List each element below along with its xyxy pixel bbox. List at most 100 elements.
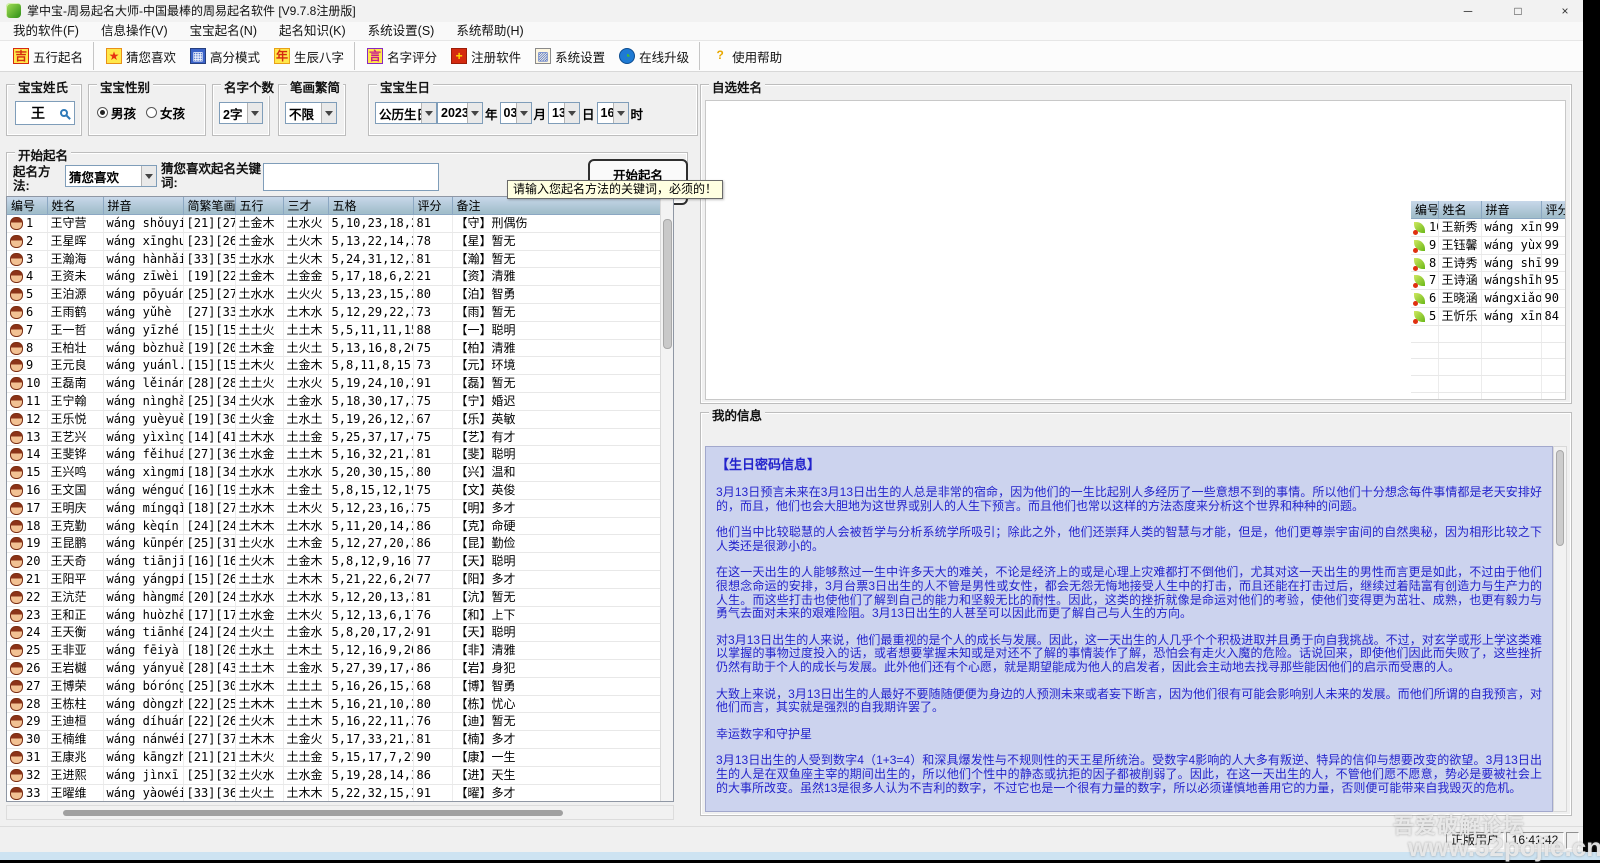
left-table-vertical-scrollbar[interactable] — [660, 197, 673, 801]
keyword-input[interactable] — [263, 163, 439, 191]
chevron-down-icon[interactable] — [516, 103, 531, 123]
menu-item[interactable]: 系统帮助(H) — [445, 22, 534, 40]
chevron-down-icon[interactable] — [141, 166, 156, 186]
table-row[interactable]: 17 王明庆 wáng míngqìng [18][27] 土水木 土木火 5,… — [7, 499, 660, 517]
toolbar-button[interactable]: ▦ 高分模式 — [183, 42, 267, 70]
menu-item[interactable]: 起名知识(K) — [268, 22, 357, 40]
table-row[interactable]: 26 王岩樾 wáng yányuè [28][43] 土土木 土金水 5,27… — [7, 659, 660, 677]
table-row[interactable]: 14 王斐铧 wáng fěihuá [27][36] 土水金 土土木 5,16… — [7, 446, 660, 464]
table-row[interactable]: 12 王乐悦 wáng yuèyuè [19][30] 土火金 土水土 5,19… — [7, 410, 660, 428]
table-row[interactable]: 25 王非亚 wáng fēiyà [18][20] 土水土 土木土 5,12,… — [7, 642, 660, 660]
table-row[interactable]: 31 王康兆 wáng kāngzhào [21][21] 土木火 土土金 5,… — [7, 748, 660, 766]
naming-method-select[interactable]: 猜您喜欢 — [65, 165, 157, 187]
scrollbar-thumb[interactable] — [63, 810, 563, 816]
column-header[interactable]: 评分 — [413, 197, 452, 215]
minimize-button[interactable]: ─ — [1452, 0, 1484, 22]
scrollbar-thumb[interactable] — [1556, 450, 1564, 546]
table-row[interactable]: 29 王迪桓 wáng díhuán [22][26] 土火木 土土木 5,16… — [7, 713, 660, 731]
table-row[interactable]: 23 王和正 wáng huòzhēng [17][17] 土水金 土木火 5,… — [7, 606, 660, 624]
table-row[interactable]: 28 王栋柱 wáng dòngzhù [22][25] 土木木 土土木 5,1… — [7, 695, 660, 713]
table-row[interactable]: 2 王星晖 wáng xīnghuī [23][26] 土金水 土火木 5,13… — [7, 232, 660, 250]
table-row[interactable]: 5 王泊源 wáng pōyuán [25][27] 土水水 土火火 5,13,… — [7, 286, 660, 304]
toolbar-button[interactable]: ? 使用帮助 — [699, 42, 789, 70]
table-row[interactable]: 8 王柏壮 wáng bòzhuàng [19][20] 土木金 土火土 5,1… — [7, 339, 660, 357]
year-select[interactable]: 2023 — [437, 102, 483, 124]
table-row[interactable]: 1 王守营 wáng shǒuyíng [21][27] 土金木 土水火 5,1… — [7, 215, 660, 233]
table-row[interactable]: 24 王天衡 wáng tiānhéng [24][24] 土火土 土金水 5,… — [7, 624, 660, 642]
table-row[interactable]: 27 王博荣 wáng bóróng [25][30] 土水木 土土土 5,16… — [7, 677, 660, 695]
close-button[interactable]: × — [1549, 0, 1581, 22]
column-header[interactable]: 备注 — [452, 197, 660, 215]
strokes-select[interactable]: 不限 — [285, 102, 337, 124]
table-row[interactable]: 30 王楠维 wáng nánwéi [27][37] 土木木 土金火 5,17… — [7, 731, 660, 749]
table-row[interactable]: 21 王阳平 wáng yángpíng [15][26] 土土水 土木木 5,… — [7, 570, 660, 588]
column-header[interactable]: 五行 — [235, 197, 283, 215]
table-row[interactable]: 3 王瀚海 wáng hànhǎi [33][35] 土水水 土火木 5,24,… — [7, 250, 660, 268]
chevron-down-icon[interactable] — [247, 103, 262, 123]
column-header[interactable]: 姓名 — [1438, 201, 1481, 219]
chevron-down-icon[interactable] — [564, 103, 579, 123]
table-row[interactable]: 6 王晓涵 wángxiǎohán 90 土火水 土水金 5,20,28,13,… — [1411, 290, 1566, 308]
column-header[interactable]: 评分 — [1541, 201, 1566, 219]
table-row[interactable]: 10 王新秀 wáng xīnxiù 99 土金金 土金水 5,17,20,8,… — [1411, 219, 1566, 237]
female-radio-label[interactable]: 女孩 — [160, 103, 185, 122]
info-panel-scrollbar[interactable] — [1553, 446, 1567, 812]
table-row[interactable]: 18 王克勤 wáng kèqín [24][24] 土木木 土木水 5,11,… — [7, 517, 660, 535]
table-row[interactable]: 16 王文国 wáng wénguó [16][19] 土水木 土金土 5,8,… — [7, 481, 660, 499]
menu-item[interactable]: 我的软件(F) — [2, 22, 90, 40]
surname-input[interactable]: 王 — [15, 101, 75, 125]
table-row[interactable]: 9 王元良 wáng yuánl... [15][15] 土木火 土金木 5,8… — [7, 357, 660, 375]
column-header[interactable]: 简繁笔画 — [183, 197, 235, 215]
table-row[interactable]: 10 王磊南 wáng lěinán [28][28] 土土火 土水火 5,19… — [7, 375, 660, 393]
column-header[interactable]: 编号 — [7, 197, 47, 215]
toolbar-button[interactable]: 吉 五行起名 — [6, 42, 90, 70]
table-row[interactable]: 7 王一哲 wáng yīzhé [15][15] 土土火 土土木 5,5,11… — [7, 321, 660, 339]
table-row[interactable]: 19 王昆鹏 wáng kūnpéng [25][31] 土火水 土木金 5,1… — [7, 535, 660, 553]
menu-item[interactable]: 信息操作(V) — [90, 22, 179, 40]
chevron-down-icon[interactable] — [421, 103, 436, 123]
column-header[interactable]: 拼音 — [103, 197, 183, 215]
table-row[interactable]: 32 王进熙 wáng jìnxī [25][32] 土火水 土水金 5,19,… — [7, 766, 660, 784]
toolbar-button[interactable]: ▨ 系统设置 — [528, 42, 612, 70]
table-row[interactable]: 9 王钰馨 wáng yùxīn 99 土金金 土金火 5,17,33,21,3… — [1411, 236, 1566, 254]
toolbar-button[interactable]: ★ 猜您喜欢 — [93, 42, 183, 70]
calendar-type-select[interactable]: 公历生日 — [375, 102, 437, 124]
table-row[interactable]: 5 王忻乐 wáng xīnyuì 84 土水火 土木火 5,12,23,16,… — [1411, 307, 1566, 325]
table-row[interactable]: 11 王宁翰 wáng nìnghàn [25][34] 土火水 土金水 5,1… — [7, 392, 660, 410]
table-row[interactable]: 22 王沆茫 wáng hàngmáng [20][24] 土水水 土木水 5,… — [7, 588, 660, 606]
column-header[interactable]: 拼音 — [1481, 201, 1541, 219]
table-row[interactable]: 33 王曜维 wáng yàowéi [33][36] 土火土 土木木 5,22… — [7, 784, 660, 802]
month-select[interactable]: 03 — [500, 102, 532, 124]
table-row[interactable]: 20 王天奇 wáng tiānjī [16][16] 土火木 土金木 5,8,… — [7, 553, 660, 571]
scrollbar-thumb[interactable] — [663, 219, 672, 349]
chevron-down-icon[interactable] — [467, 103, 482, 123]
male-radio-label[interactable]: 男孩 — [111, 103, 136, 122]
chevron-down-icon[interactable] — [321, 103, 336, 123]
female-radio[interactable] — [146, 107, 157, 118]
column-header[interactable]: 编号 — [1411, 201, 1438, 219]
table-row[interactable]: 4 王资未 wáng zīwèi [19][22] 土金木 土金金 5,17,1… — [7, 268, 660, 286]
table-row[interactable]: 6 王雨鹤 wáng yǔhè [27][33] 土水水 土木水 5,12,29… — [7, 303, 660, 321]
maximize-button[interactable]: □ — [1502, 0, 1534, 22]
toolbar-button[interactable]: + 注册软件 — [444, 42, 528, 70]
menu-item[interactable]: 系统设置(S) — [357, 22, 446, 40]
name-count-select[interactable]: 2字 — [219, 102, 263, 124]
toolbar-button[interactable]: 言 名字评分 — [354, 42, 444, 70]
toolbar-button[interactable]: 年 生辰八字 — [267, 42, 351, 70]
hour-select[interactable]: 16 — [597, 102, 629, 124]
menu-item[interactable]: 宝宝起名(N) — [179, 22, 268, 40]
table-row[interactable]: 7 王诗涵 wángshīhán 95 土金水 土金土 5,17,25,13,2… — [1411, 272, 1566, 290]
search-icon[interactable] — [60, 109, 68, 117]
toolbar-button[interactable]: ◔ 在线升级 — [612, 42, 696, 70]
table-row[interactable]: 8 王诗秀 wáng shīxiù 99 土金金 土金水 5,17,20,8,2… — [1411, 254, 1566, 272]
column-header[interactable]: 姓名 — [47, 197, 103, 215]
column-header[interactable]: 五格 — [328, 197, 413, 215]
table-row[interactable]: 15 王兴鸣 wáng xìngmíng [18][34] 土水水 土水水 5,… — [7, 464, 660, 482]
table-row[interactable]: 13 王艺兴 wáng yìxìng [14][41] 土木水 土土金 5,25… — [7, 428, 660, 446]
male-radio[interactable] — [97, 107, 108, 118]
column-header[interactable]: 三才 — [283, 197, 328, 215]
day-select[interactable]: 13 — [548, 102, 580, 124]
chevron-down-icon[interactable] — [613, 103, 628, 123]
info-paragraph: 他们当中比较聪慧的人会被哲学与分析系统学所吸引；除此之外，他们还崇拜人类的智慧与… — [716, 526, 1542, 553]
left-table-horizontal-scrollbar[interactable] — [6, 805, 674, 820]
